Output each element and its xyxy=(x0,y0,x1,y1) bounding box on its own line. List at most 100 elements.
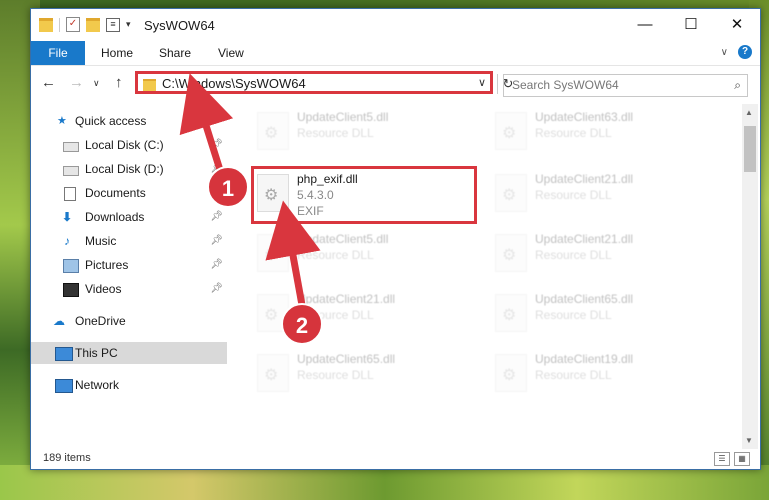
sidebar-item-label: Downloads xyxy=(85,210,145,224)
sidebar-item-pictures[interactable]: Pictures 📌︎ xyxy=(31,254,227,276)
search-placeholder[interactable]: Search SysWOW64 xyxy=(512,78,619,92)
tab-share[interactable]: Share xyxy=(159,41,191,65)
step-badge-1: 1 xyxy=(207,166,249,208)
close-button[interactable]: ✕ xyxy=(714,9,760,41)
sidebar-item-local-disk-c[interactable]: Local Disk (C:) 📌︎ xyxy=(31,134,227,156)
drive-icon xyxy=(63,166,79,176)
customize-icon[interactable]: ≡ xyxy=(106,17,120,32)
sidebar-item-label: Network xyxy=(75,378,120,392)
sidebar-item-videos[interactable]: Videos 📌︎ xyxy=(31,278,227,300)
sidebar-item-documents[interactable]: Documents 📌︎ xyxy=(31,182,227,204)
ribbon-controls: ∨ ? xyxy=(721,45,752,59)
scroll-down-icon[interactable]: ▼ xyxy=(745,436,753,445)
list-item[interactable]: ⚙ UpdateClient21.dll Resource DLL xyxy=(489,228,709,278)
folder-icon xyxy=(143,79,156,91)
pin-icon[interactable]: 📌︎ xyxy=(210,206,223,228)
sidebar-item-quick-access[interactable]: ★ Quick access xyxy=(31,110,227,132)
network-icon xyxy=(55,379,73,393)
window-controls: — ☐ ✕ xyxy=(622,9,760,41)
file-name: UpdateClient65.dll xyxy=(535,292,634,306)
pin-icon[interactable]: 📌︎ xyxy=(210,134,223,156)
list-item[interactable]: ⚙ UpdateClient19.dll Resource DLL xyxy=(489,348,709,398)
navigation-pane: ★ Quick access Local Disk (C:) 📌︎ Local … xyxy=(31,104,227,449)
step-badge-2: 2 xyxy=(281,303,323,345)
chevron-down-icon[interactable]: ▾ xyxy=(126,19,131,30)
drive-icon xyxy=(63,142,79,152)
sidebar-item-label: Documents xyxy=(85,186,146,200)
sidebar-item-label: Quick access xyxy=(75,114,147,128)
dll-file-icon: ⚙ xyxy=(495,354,527,392)
address-dropdown-icon[interactable]: ∨ xyxy=(478,76,486,89)
dll-file-icon: ⚙ xyxy=(257,234,289,272)
pin-icon[interactable]: 📌︎ xyxy=(210,230,223,252)
address-path[interactable]: C:\Windows\SysWOW64 xyxy=(162,76,306,91)
new-folder-icon[interactable] xyxy=(86,17,100,32)
back-arrow-icon[interactable]: ← xyxy=(41,74,56,91)
view-buttons: ☰ ▦ xyxy=(714,452,750,466)
file-name: UpdateClient63.dll xyxy=(535,110,634,124)
scrollbar-thumb[interactable] xyxy=(744,126,756,172)
documents-icon xyxy=(64,187,76,201)
cloud-icon: ☁ xyxy=(53,314,65,328)
sidebar-item-music[interactable]: ♪ Music 📌︎ xyxy=(31,230,227,252)
list-item[interactable]: ⚙ UpdateClient65.dll Resource DLL xyxy=(489,288,709,338)
file-list: ⚙ UpdateClient5.dll Resource DLL ⚙ php_e… xyxy=(231,104,742,449)
sidebar-item-this-pc[interactable]: This PC xyxy=(31,342,227,364)
sidebar-item-onedrive[interactable]: ☁ OneDrive xyxy=(31,310,227,332)
sidebar-item-network[interactable]: Network xyxy=(31,374,227,396)
file-name: UpdateClient21.dll xyxy=(535,172,634,186)
address-bar[interactable]: C:\Windows\SysWOW64 ∨ xyxy=(135,71,493,94)
music-icon: ♪ xyxy=(64,234,70,248)
forward-arrow-icon[interactable]: → xyxy=(69,74,84,91)
file-type: Resource DLL xyxy=(297,248,374,262)
desktop-background-bottom xyxy=(0,465,769,500)
expand-ribbon-icon[interactable]: ∨ xyxy=(721,47,728,58)
list-item[interactable]: ⚙ UpdateClient63.dll Resource DLL xyxy=(489,106,709,156)
quick-access-toolbar: ✓ ≡ ▾ xyxy=(39,17,131,32)
dll-file-icon: ⚙ xyxy=(257,354,289,392)
minimize-button[interactable]: — xyxy=(622,9,668,41)
tab-file[interactable]: File xyxy=(31,41,85,65)
details-view-icon[interactable]: ☰ xyxy=(714,452,730,466)
file-name: UpdateClient5.dll xyxy=(297,110,389,124)
navigation-bar: ← → ∨ ↑ C:\Windows\SysWOW64 ∨ ↻ Search S… xyxy=(31,66,760,100)
scroll-up-icon[interactable]: ▲ xyxy=(745,108,753,117)
file-type: Resource DLL xyxy=(535,308,612,322)
sidebar-item-label: Music xyxy=(85,234,117,248)
search-box[interactable]: Search SysWOW64 ⌕ xyxy=(503,74,748,97)
sidebar-item-label: Local Disk (D:) xyxy=(85,162,164,176)
file-name: UpdateClient21.dll xyxy=(297,292,396,306)
list-item[interactable]: ⚙ UpdateClient5.dll Resource DLL xyxy=(251,228,471,278)
explorer-window: ✓ ≡ ▾ SysWOW64 — ☐ ✕ File Home Share Vie… xyxy=(30,8,761,470)
tab-view[interactable]: View xyxy=(218,41,244,65)
dll-file-icon: ⚙ xyxy=(257,112,289,150)
up-arrow-icon[interactable]: ↑ xyxy=(115,74,123,91)
pin-icon[interactable]: 📌︎ xyxy=(210,278,223,300)
list-item[interactable]: ⚙ UpdateClient65.dll Resource DLL xyxy=(251,348,471,398)
file-name: UpdateClient65.dll xyxy=(297,352,396,366)
folder-icon[interactable] xyxy=(39,17,53,32)
dll-file-icon: ⚙ xyxy=(495,294,527,332)
download-icon: ⬇ xyxy=(62,210,73,224)
pin-icon[interactable]: 📌︎ xyxy=(210,254,223,276)
tab-home[interactable]: Home xyxy=(101,41,133,65)
computer-icon xyxy=(55,347,73,361)
title-bar: ✓ ≡ ▾ SysWOW64 — ☐ ✕ xyxy=(31,9,760,41)
vertical-scrollbar[interactable]: ▲ ▼ xyxy=(742,104,758,449)
dll-file-icon: ⚙ xyxy=(495,234,527,272)
help-icon[interactable]: ? xyxy=(738,45,752,59)
recent-chevron-icon[interactable]: ∨ xyxy=(93,78,100,89)
properties-check-icon[interactable]: ✓ xyxy=(66,17,80,32)
sidebar-item-downloads[interactable]: ⬇ Downloads 📌︎ xyxy=(31,206,227,228)
list-item[interactable]: ⚙ UpdateClient5.dll Resource DLL xyxy=(251,106,471,156)
pictures-icon xyxy=(63,259,79,273)
search-icon[interactable]: ⌕ xyxy=(734,78,741,93)
sidebar-item-label: Pictures xyxy=(85,258,129,272)
file-type: Resource DLL xyxy=(535,188,612,202)
videos-icon xyxy=(63,283,79,297)
window-title: SysWOW64 xyxy=(144,18,215,33)
sidebar-item-local-disk-d[interactable]: Local Disk (D:) 📌︎ xyxy=(31,158,227,180)
large-icons-view-icon[interactable]: ▦ xyxy=(734,452,750,466)
list-item[interactable]: ⚙ UpdateClient21.dll Resource DLL xyxy=(489,168,709,218)
maximize-button[interactable]: ☐ xyxy=(668,9,714,41)
